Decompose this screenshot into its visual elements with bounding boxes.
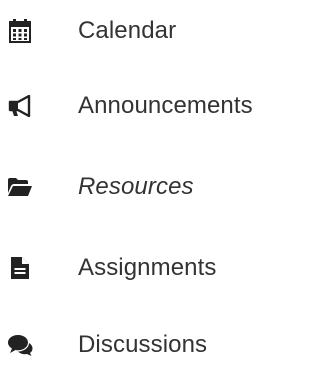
nav-item-announcements[interactable]: Announcements <box>0 84 298 128</box>
nav-item-discussions[interactable]: Discussions <box>0 323 298 367</box>
file-text-icon <box>7 255 33 281</box>
comments-icon <box>7 332 33 358</box>
nav-item-resources[interactable]: Resources <box>0 165 298 209</box>
folder-open-icon <box>7 174 33 200</box>
nav-item-label: Calendar <box>78 17 177 44</box>
calendar-icon <box>7 18 33 44</box>
nav-item-calendar[interactable]: Calendar <box>0 9 298 53</box>
nav-item-label: Resources <box>78 173 194 200</box>
nav-item-label: Announcements <box>78 92 253 119</box>
nav-item-label: Discussions <box>78 331 208 358</box>
nav-item-label: Assignments <box>78 254 217 281</box>
course-navigation: Calendar Announcements Resources Assignm… <box>0 0 298 360</box>
nav-item-assignments[interactable]: Assignments <box>0 246 298 290</box>
megaphone-icon <box>7 93 33 119</box>
